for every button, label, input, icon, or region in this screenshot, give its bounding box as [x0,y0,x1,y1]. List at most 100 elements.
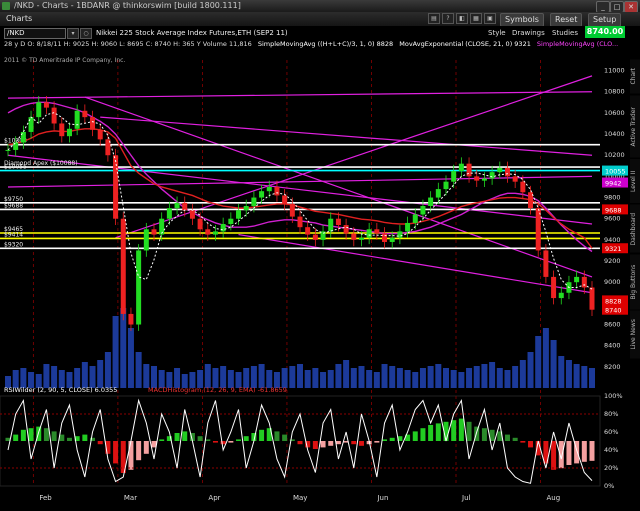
candle-body [113,155,119,219]
symbols-button[interactable]: Symbols [500,13,544,27]
volume-bar [542,328,549,388]
help-icon[interactable]: ? [442,13,454,24]
rsi-tick-label: 40% [604,446,618,454]
style-menu[interactable]: Style [488,29,506,37]
volume-bar [112,316,119,388]
price-badge-label: 8740 [605,307,622,315]
volume-bar [565,360,572,388]
study-legend: 28 y D O: 8/18/11 H: 9025 H: 9060 L: 869… [4,40,622,48]
volume-bar [389,366,396,388]
side-tab-level-ii[interactable]: Level II [630,159,640,203]
candle-body [151,229,157,235]
side-tab-active-trader[interactable]: Active Trader [630,95,640,157]
volume-bar [419,368,426,388]
price-tick-label: 8600 [604,321,621,329]
volume-bar [243,368,250,388]
candle-body [243,206,249,211]
macd-histogram-bar [566,441,572,465]
volume-bar [350,368,357,388]
volume-bar [550,340,557,388]
volume-bar [89,366,96,388]
candle-body [305,227,311,235]
volume-bar [343,360,350,388]
macd-histogram-bar [520,441,526,443]
candle-body [474,176,480,181]
macd-histogram-bar [28,428,34,441]
macd-histogram-bar [159,439,165,441]
price-tick-label: 10600 [604,109,625,117]
volume-bar [412,372,419,388]
candle-body [589,287,595,310]
macd-histogram-bar [228,441,234,443]
candle-body [551,276,557,299]
candle-body [174,202,180,209]
studies-menu[interactable]: Studies [552,29,578,37]
volume-bar [304,370,311,388]
candle-body [343,225,349,234]
layout-icon[interactable]: ▦ [470,13,482,24]
symbol-input[interactable]: /NKD [4,28,66,39]
candle-body [351,233,357,240]
volume-bar [504,370,511,388]
macd-histogram-bar [528,441,534,448]
macd-histogram-bar [451,420,457,441]
macd-histogram-bar [358,441,364,446]
volume-bar [519,360,526,388]
macd-histogram-bar [51,431,57,441]
link-icon[interactable]: ◧ [456,13,468,24]
price-tick-label: 10800 [604,88,625,96]
charts-tab[interactable]: Charts [2,13,36,25]
volume-bar [473,366,480,388]
level-label: $10055 [4,164,27,171]
window-title: /NKD - Charts - 1BDANR @ thinkorswim [bu… [14,1,241,10]
print-icon[interactable]: ▤ [428,13,440,24]
candle-body [136,250,142,325]
candle-body [574,276,580,283]
candle-body [166,208,172,219]
side-tab-chart[interactable]: Chart [630,60,640,94]
candle-body [205,229,211,235]
side-tab-live-news[interactable]: Live News [630,311,640,359]
volume-bar [335,364,342,388]
x-tick-label: Apr [208,494,220,502]
candle-body [5,149,11,151]
candle-body [443,181,449,190]
setup-button[interactable]: Setup [588,13,622,27]
rsi-tick-label: 60% [604,428,618,436]
macd-histogram-bar [205,439,211,441]
candle-body [212,231,218,235]
macd-histogram-bar [320,441,326,448]
x-tick-label: Feb [39,494,52,502]
price-badge-label: 9321 [605,245,622,253]
volume-bar [450,370,457,388]
macd-histogram-bar [20,429,26,441]
chevron-down-icon[interactable]: ▾ [67,28,79,39]
candle-body [504,167,510,177]
macd-histogram-bar [481,428,487,441]
candle-body [366,229,372,238]
macd-histogram-bar [82,434,88,441]
price-tick-label: 9800 [604,194,621,202]
macd-histogram-bar [212,441,218,443]
volume-bar [512,366,519,388]
link-group-icon[interactable]: ○ [80,28,92,39]
macd-histogram-bar [113,441,119,464]
drawings-menu[interactable]: Drawings [512,29,545,37]
candle-body [236,210,242,219]
candle-body [581,276,587,288]
candle-body [228,218,234,224]
side-tab-dashboard[interactable]: Dashboard [630,205,640,253]
candle-body [382,233,388,242]
macd-histogram-bar [143,441,149,454]
candle-body [451,171,457,182]
macd-histogram-bar [374,441,380,443]
chart-canvas[interactable]: FebMarAprMayJunJulAug8200840086008800900… [0,52,630,511]
side-tab-big-buttons[interactable]: Big Buttons [630,254,640,309]
reset-button[interactable]: Reset [550,13,583,27]
grid-icon[interactable]: ▣ [484,13,496,24]
macd-histogram-bar [512,437,518,441]
rsi-tick-label: 80% [604,410,618,418]
price-tick-label: 9600 [604,215,621,223]
volume-bar [43,364,50,388]
macd-histogram-bar [136,441,142,461]
